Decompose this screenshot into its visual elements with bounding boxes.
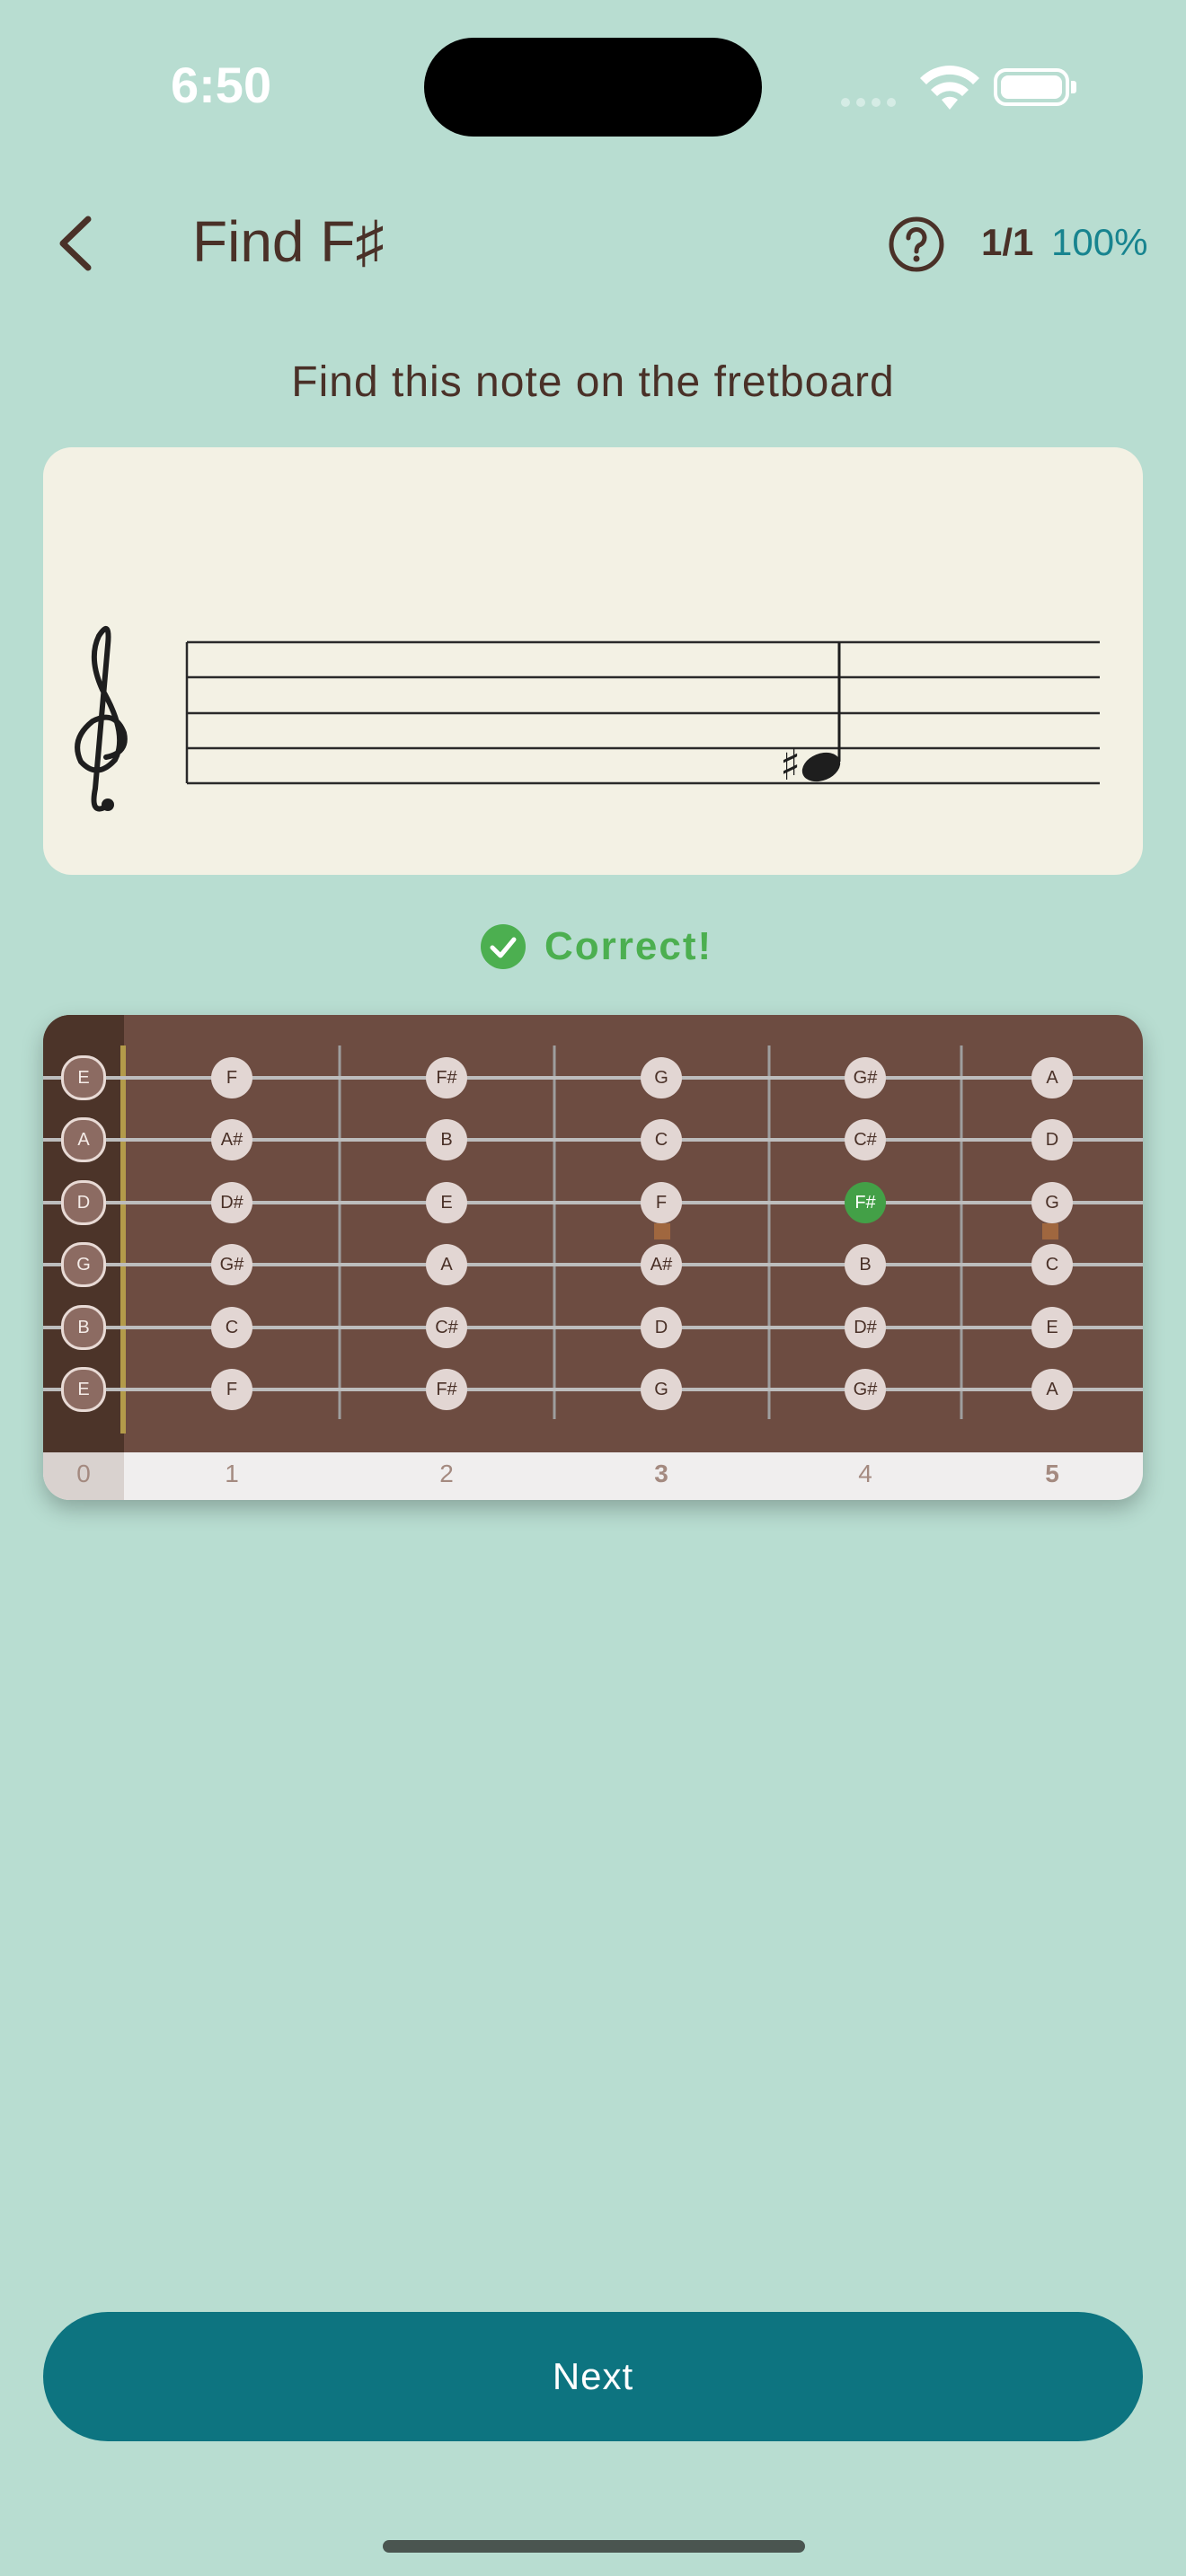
note-head <box>801 752 841 782</box>
fret-note[interactable]: A <box>1031 1369 1073 1410</box>
open-string-note[interactable]: A <box>61 1117 106 1162</box>
feedback-text: Correct! <box>544 924 713 968</box>
fret-note[interactable]: C <box>641 1119 682 1160</box>
fret-number: 0 <box>76 1460 91 1487</box>
fret-note[interactable]: G <box>1031 1182 1073 1223</box>
fret-note[interactable]: A <box>426 1244 467 1285</box>
fret-note[interactable]: A <box>1031 1057 1073 1098</box>
fret-note[interactable]: D <box>641 1307 682 1348</box>
question-prompt: Find this note on the fretboard <box>291 358 895 406</box>
staff-card: ♯ <box>43 447 1143 875</box>
fret-note[interactable]: A# <box>641 1244 682 1285</box>
music-staff: ♯ <box>75 626 1100 812</box>
fret-note[interactable]: F <box>211 1057 252 1098</box>
fret-note[interactable]: G <box>641 1369 682 1410</box>
correct-note-marker[interactable]: F# <box>845 1182 886 1223</box>
open-string-note[interactable]: G <box>61 1242 106 1287</box>
score-count: 1/1 <box>981 221 1034 263</box>
open-string-note[interactable]: D <box>61 1180 106 1225</box>
open-string-note[interactable]: B <box>61 1305 106 1350</box>
fret-note[interactable]: F# <box>426 1057 467 1098</box>
fret-number: 3 <box>654 1460 668 1487</box>
fret-note[interactable]: G <box>641 1057 682 1098</box>
fret-note[interactable]: E <box>426 1182 467 1223</box>
fret-note[interactable]: F# <box>426 1369 467 1410</box>
fret-note[interactable]: F <box>641 1182 682 1223</box>
fret-note[interactable]: C# <box>426 1307 467 1348</box>
cellular-signal-icon <box>841 93 902 110</box>
fret-note[interactable]: C# <box>845 1119 886 1160</box>
sharp-accidental: ♯ <box>780 740 801 790</box>
fret-note[interactable]: D <box>1031 1119 1073 1160</box>
fret-number: 5 <box>1045 1460 1059 1487</box>
open-string-note[interactable]: E <box>61 1367 106 1412</box>
score-percent: 100% <box>1051 221 1148 263</box>
treble-clef-icon <box>75 626 128 812</box>
check-circle-icon <box>481 924 526 969</box>
fret-note[interactable]: D# <box>211 1182 252 1223</box>
help-icon[interactable] <box>888 216 945 273</box>
back-chevron-icon[interactable] <box>54 214 99 273</box>
fretboard-wood <box>43 1015 1143 1452</box>
fret-note[interactable]: B <box>845 1244 886 1285</box>
wifi-icon <box>920 66 979 110</box>
fret-note[interactable]: D# <box>845 1307 886 1348</box>
feedback-correct: Correct! <box>480 922 712 972</box>
fret-note[interactable]: C <box>211 1307 252 1348</box>
fret-note[interactable]: C <box>1031 1244 1073 1285</box>
fret-note[interactable]: G# <box>845 1057 886 1098</box>
fret-note[interactable]: G# <box>211 1244 252 1285</box>
page-title: Find F♯ <box>192 209 385 274</box>
open-string-note[interactable]: E <box>61 1055 106 1100</box>
fret-number: 1 <box>225 1460 239 1487</box>
fret-note[interactable]: A# <box>211 1119 252 1160</box>
fret-note[interactable]: B <box>426 1119 467 1160</box>
fret-number-bar: 0 1 2 3 4 5 <box>43 1452 1143 1500</box>
fret-note[interactable]: E <box>1031 1307 1073 1348</box>
fret-number: 2 <box>439 1460 454 1487</box>
status-time: 6:50 <box>171 57 272 113</box>
dynamic-island <box>424 38 762 137</box>
next-button[interactable]: Next <box>43 2312 1143 2441</box>
fret-note[interactable]: F <box>211 1369 252 1410</box>
fret-note[interactable]: G# <box>845 1369 886 1410</box>
fret-number: 4 <box>858 1460 872 1487</box>
home-indicator <box>383 2540 805 2553</box>
fretboard[interactable]: E A D G B E F A# D# G# C F F# B E A C# F# G C F A# D G G# C# F# B D#… <box>43 1015 1143 1500</box>
battery-icon <box>994 68 1069 106</box>
